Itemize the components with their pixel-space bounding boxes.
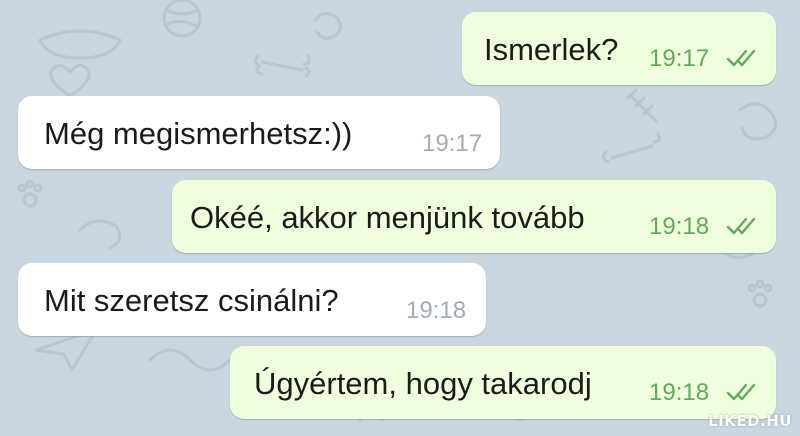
message-time: 19:18 <box>649 379 710 406</box>
outgoing-message[interactable]: Úgyértem, hogy takarodj 19:18 <box>230 346 776 419</box>
message-text: Mit szeretsz csinálni? <box>44 283 339 318</box>
incoming-message[interactable]: Még megismerhetsz:)) 19:17 <box>18 96 500 169</box>
incoming-message[interactable]: Mit szeretsz csinálni? 19:18 <box>18 263 486 336</box>
message-text: Okéé, akkor menjünk tovább <box>190 200 585 235</box>
outgoing-message[interactable]: Okéé, akkor menjünk tovább 19:18 <box>172 180 776 253</box>
outgoing-message[interactable]: Ismerlek? 19:17 <box>462 12 776 85</box>
message-time: 19:17 <box>422 130 483 157</box>
message-time: 19:18 <box>649 213 710 240</box>
message-text: Úgyértem, hogy takarodj <box>254 366 592 401</box>
double-check-icon <box>726 383 756 401</box>
message-time: 19:18 <box>406 297 467 324</box>
double-check-icon <box>726 49 756 67</box>
message-text: Még megismerhetsz:)) <box>44 116 353 151</box>
watermark-logo: LIKED.HU <box>708 412 792 430</box>
double-check-icon <box>726 217 756 235</box>
message-text: Ismerlek? <box>484 32 619 67</box>
message-time: 19:17 <box>649 45 710 72</box>
